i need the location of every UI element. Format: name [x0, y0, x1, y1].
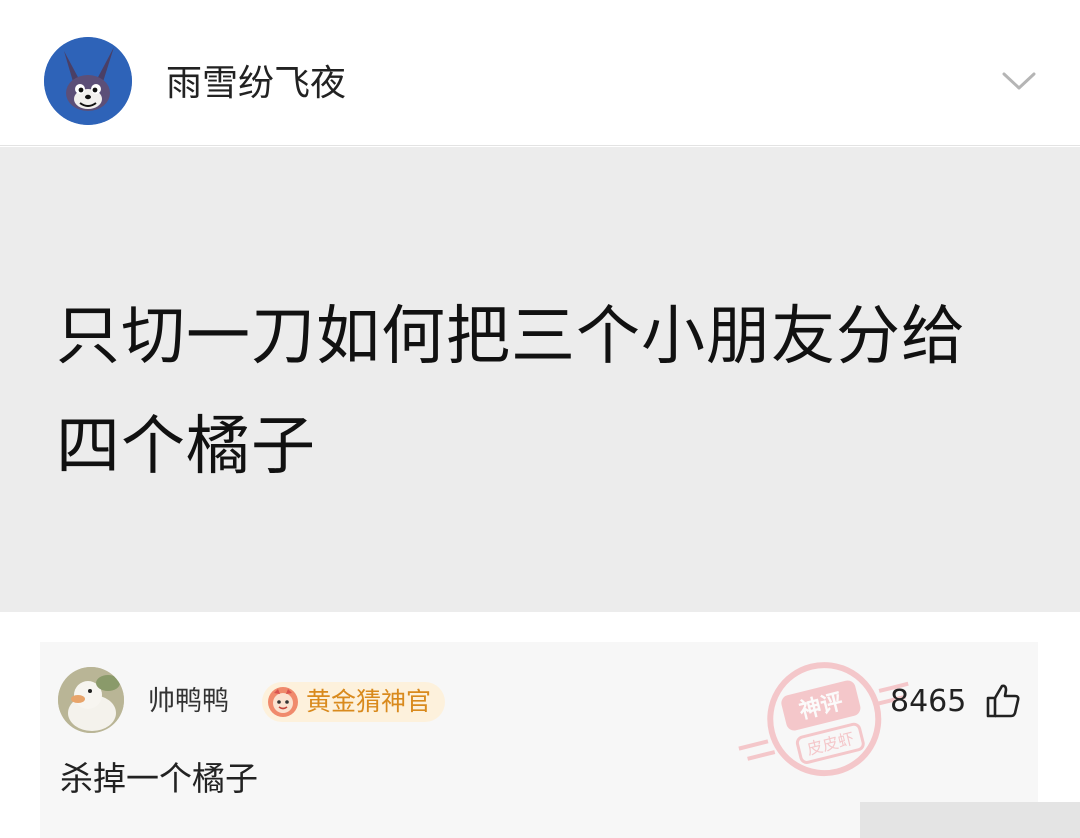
commenter-avatar[interactable]: [58, 667, 124, 733]
author-avatar[interactable]: [44, 37, 132, 125]
comment-text: 杀掉一个橘子: [60, 759, 258, 798]
post-text: 只切一刀如何把三个小朋友分给四个橘子: [56, 300, 966, 484]
badge-label: 黄金猜神官: [306, 687, 432, 716]
shenping-pipixia-stamp: 神评 皮皮虾: [738, 662, 909, 777]
bottom-corner-block: [860, 802, 1080, 838]
like-count: 8465: [890, 684, 967, 719]
user-title-badge[interactable]: 黄金猜神官: [262, 682, 446, 722]
gold-face-badge-icon: [268, 687, 298, 717]
duck-avatar-icon: [58, 667, 124, 733]
author-username[interactable]: 雨雪纷飞夜: [166, 60, 346, 108]
post-header: 雨雪纷飞夜: [0, 0, 1080, 146]
commenter-username[interactable]: 帅鸭鸭: [148, 684, 229, 720]
post-content-card[interactable]: 只切一刀如何把三个小朋友分给四个橘子: [0, 147, 1080, 612]
post-page: 雨雪纷飞夜 只切一刀如何把三个小朋友分给四个橘子 帅鸭鸭 黄金猜神官 神评 皮皮…: [0, 0, 1080, 838]
chevron-down-icon[interactable]: [1000, 66, 1038, 96]
thumbs-up-icon[interactable]: [984, 682, 1022, 720]
rabbit-avatar-icon: [44, 37, 132, 125]
